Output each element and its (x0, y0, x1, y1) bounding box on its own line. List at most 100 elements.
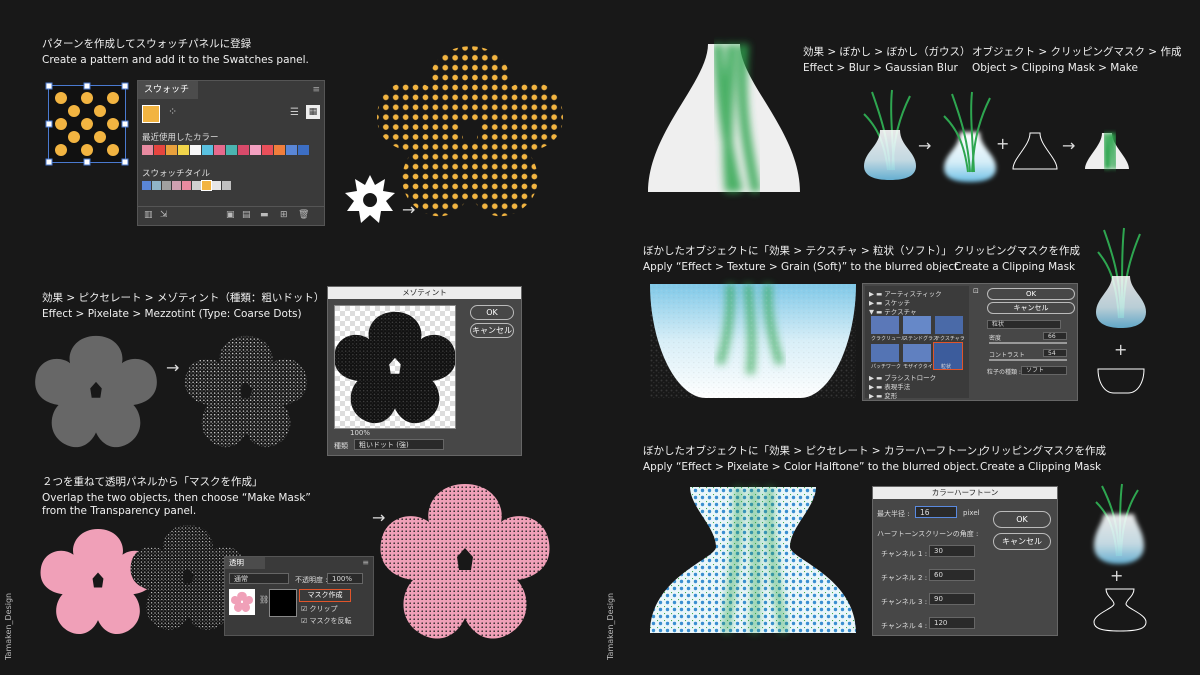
grain-type-select[interactable]: ソフト (1021, 366, 1067, 375)
unit-label: pixel (963, 509, 980, 517)
contrast-input[interactable]: 54 (1043, 349, 1067, 357)
pattern-tile-dots (45, 82, 129, 166)
swatch-tile[interactable] (142, 181, 151, 190)
recent-color-swatch[interactable] (286, 145, 297, 155)
mezzotint-flower (185, 335, 307, 448)
new-swatch-icon[interactable]: ⊞ (280, 210, 288, 220)
density-input[interactable]: 66 (1043, 332, 1067, 340)
swatch-tile[interactable] (172, 181, 181, 190)
thumbnail-flower (231, 591, 253, 612)
ok-button[interactable]: OK (470, 305, 514, 320)
thumb-craquelure[interactable] (871, 316, 899, 334)
grid-view-icon[interactable]: ▦ (306, 105, 320, 119)
step1-jp: パターンを作成してスウォッチパネルに登録 (42, 38, 252, 50)
recent-color-swatch[interactable] (178, 145, 189, 155)
swatch-tiles-label: スウォッチタイル (142, 169, 211, 179)
swatch-tile[interactable] (212, 181, 221, 190)
max-radius-label: 最大半径 : (877, 510, 910, 518)
invert-mask-label: マスクを反転 (309, 617, 352, 625)
contrast-slider[interactable] (989, 359, 1067, 361)
step3-jp: ２つを重ねて透明パネルから「マスクを作成」 (42, 476, 263, 488)
swatch-tile-selected[interactable] (201, 180, 212, 191)
recent-color-swatch[interactable] (226, 145, 237, 155)
max-radius-input[interactable]: 16 (915, 506, 957, 518)
ok-button[interactable]: OK (993, 511, 1051, 528)
preview-area (334, 305, 456, 429)
swatches-bottom-toolbar: ▥ ⇲ ▣ ▤ ▬ ⊞ 🗑 (138, 206, 324, 225)
recent-color-swatch[interactable] (238, 145, 249, 155)
pink-mezzotint-flower (380, 484, 550, 639)
folder-distort[interactable]: ▶ ▬ 変形 (869, 390, 897, 400)
thumb-stained-glass[interactable] (903, 316, 931, 334)
recent-color-swatch[interactable] (190, 145, 201, 155)
recent-color-swatch[interactable] (142, 145, 153, 155)
recent-color-swatch[interactable] (274, 145, 285, 155)
swatch-tile[interactable] (192, 181, 201, 190)
recent-color-swatch[interactable] (250, 145, 261, 155)
channel-4-input[interactable]: 120 (929, 617, 975, 629)
ok-button[interactable]: OK (987, 288, 1075, 300)
swatches-tab[interactable]: スウォッチ (138, 81, 198, 99)
recent-color-swatch[interactable] (298, 145, 309, 155)
trash-icon[interactable]: 🗑 (298, 210, 309, 220)
swatch-options-icon[interactable]: ▤ (242, 210, 251, 220)
import-icon[interactable]: ⇲ (160, 210, 168, 220)
opacity-input[interactable]: 100% (327, 573, 363, 584)
folder-icon[interactable]: ▬ (260, 210, 269, 220)
step6-clip-jp: クリッピングマスクを作成 (980, 445, 1106, 457)
credit-right: Tamaken_Design (606, 592, 615, 660)
invert-mask-checkbox[interactable]: ☑ マスクを反転 (301, 616, 352, 626)
panel-menu-icon[interactable]: ≡ (312, 85, 320, 95)
plus-icon: + (1110, 566, 1124, 585)
list-view-icon[interactable]: ☰ (290, 107, 299, 118)
thumb-mosaic[interactable] (903, 344, 931, 362)
filter-list: ▶ ▬ アーティスティック ▶ ▬ スケッチ ▼ ▬ テクスチャ クラクリュール… (865, 286, 969, 400)
swatch-tile[interactable] (162, 181, 171, 190)
channel-2-input[interactable]: 60 (929, 569, 975, 581)
zoom-value[interactable]: 100% (350, 429, 370, 437)
recent-color-swatch[interactable] (262, 145, 273, 155)
recent-colors-row (142, 145, 309, 155)
plus-icon: + (1114, 340, 1128, 359)
channel-1-input[interactable]: 30 (929, 545, 975, 557)
mask-thumbnail[interactable] (269, 589, 297, 617)
filter-select[interactable]: 粒状 (987, 320, 1061, 329)
panel-menu-icon[interactable]: ≡ (362, 558, 369, 567)
step6-clip-en: Create a Clipping Mask (980, 461, 1102, 473)
cancel-button[interactable]: キャンセル (987, 302, 1075, 314)
folder-texture[interactable]: ▼ ▬ テクスチャ (869, 306, 917, 316)
step6-jp: ぼかしたオブジェクトに「効果 > ピクセレート > カラーハーフトーン」 (643, 445, 988, 457)
thumb-texturizer[interactable] (935, 316, 963, 334)
clip-checkbox[interactable]: ☑ クリップ (301, 604, 338, 614)
collapse-icon[interactable]: ⊡ (973, 287, 979, 295)
cancel-button[interactable]: キャンセル (470, 323, 514, 338)
library-icon[interactable]: ▥ (144, 210, 153, 220)
transparency-tab[interactable]: 透明 (225, 557, 265, 569)
recent-colors-label: 最近使用したカラー (142, 133, 219, 143)
link-icon[interactable]: ⛓ (259, 595, 269, 604)
contrast-label: コントラスト (989, 352, 1025, 359)
recent-color-swatch[interactable] (166, 145, 177, 155)
new-swatch-preview-icon[interactable] (142, 105, 160, 123)
swatch-options-icon[interactable]: ⁘ (168, 105, 177, 118)
swatch-tile[interactable] (182, 181, 191, 190)
swatch-tile[interactable] (222, 181, 231, 190)
step5-en: Apply “Effect > Texture > Grain (Soft)” … (643, 261, 962, 273)
orange-dot-flower (377, 46, 563, 217)
object-thumbnail[interactable] (229, 589, 255, 615)
type-select[interactable]: 粗いドット (強) (354, 439, 444, 450)
swatch-tile[interactable] (152, 181, 161, 190)
pattern-tile (45, 82, 129, 166)
color-group-icon[interactable]: ▣ (226, 210, 235, 220)
make-mask-button[interactable]: マスク作成 (299, 589, 351, 602)
recent-color-swatch[interactable] (214, 145, 225, 155)
blend-mode-select[interactable]: 通常 (229, 573, 289, 584)
density-slider[interactable] (989, 342, 1067, 344)
thumb-patchwork[interactable] (871, 344, 899, 362)
cancel-button[interactable]: キャンセル (993, 533, 1051, 550)
recent-color-swatch[interactable] (202, 145, 213, 155)
channel-3-input[interactable]: 90 (929, 593, 975, 605)
recent-color-swatch[interactable] (154, 145, 165, 155)
color-halftone-dialog: カラーハーフトーン 最大半径 : 16 pixel ハーフトーンスクリーンの角度… (872, 486, 1058, 636)
opacity-label: 不透明度 : (295, 576, 328, 584)
